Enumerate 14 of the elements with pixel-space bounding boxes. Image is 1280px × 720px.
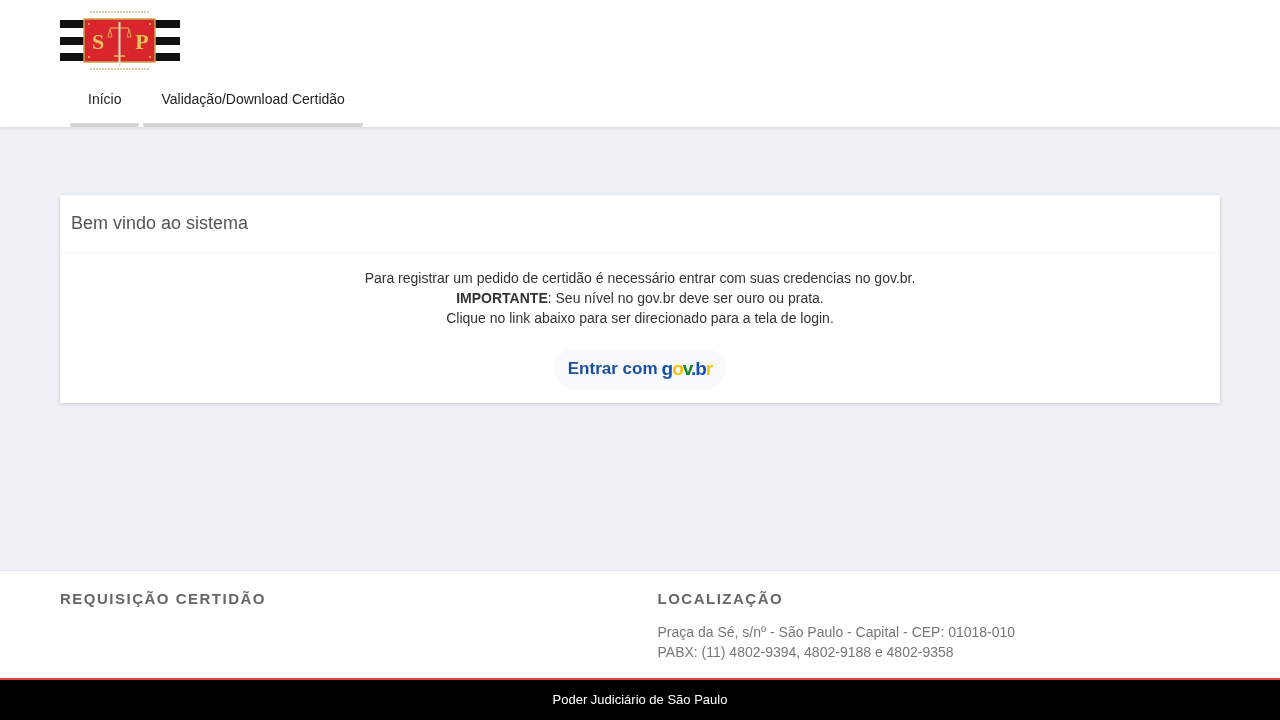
bottom-bar-text: Poder Judiciário de São Paulo [552,691,728,710]
nav-tab[interactable]: Início [70,77,140,127]
footer-heading: LOCALIZAÇÃO [657,590,785,608]
govbr-logo: gov.br [661,356,713,381]
court-emblem-logo: S P [60,10,180,72]
info-text: Para registrar um pedido de certidão é necessário entrar com suas credencias no gov.br. [364,269,916,288]
govbr-login-button[interactable]: Entrar com gov.br [553,349,727,389]
card-title: Bem vindo ao sistema [71,212,249,235]
info-text: IMPORTANTE: Seu nível no gov.br deve ser ouro ou prata. [456,289,824,308]
footer-text: Praça da Sé, s/nº - São Paulo - Capital - CEP: 01018-010 [657,623,1017,642]
nav-tab[interactable]: Validação/Download Certidão [143,77,363,127]
footer-heading: REQUISIÇÃO CERTIDÃO [60,590,267,608]
info-text: Clique no link abaixo para ser direcionado para a tela de login. [446,309,834,328]
footer-text: PABX: (11) 4802-9394, 4802-9188 e 4802-9358 [657,643,955,662]
